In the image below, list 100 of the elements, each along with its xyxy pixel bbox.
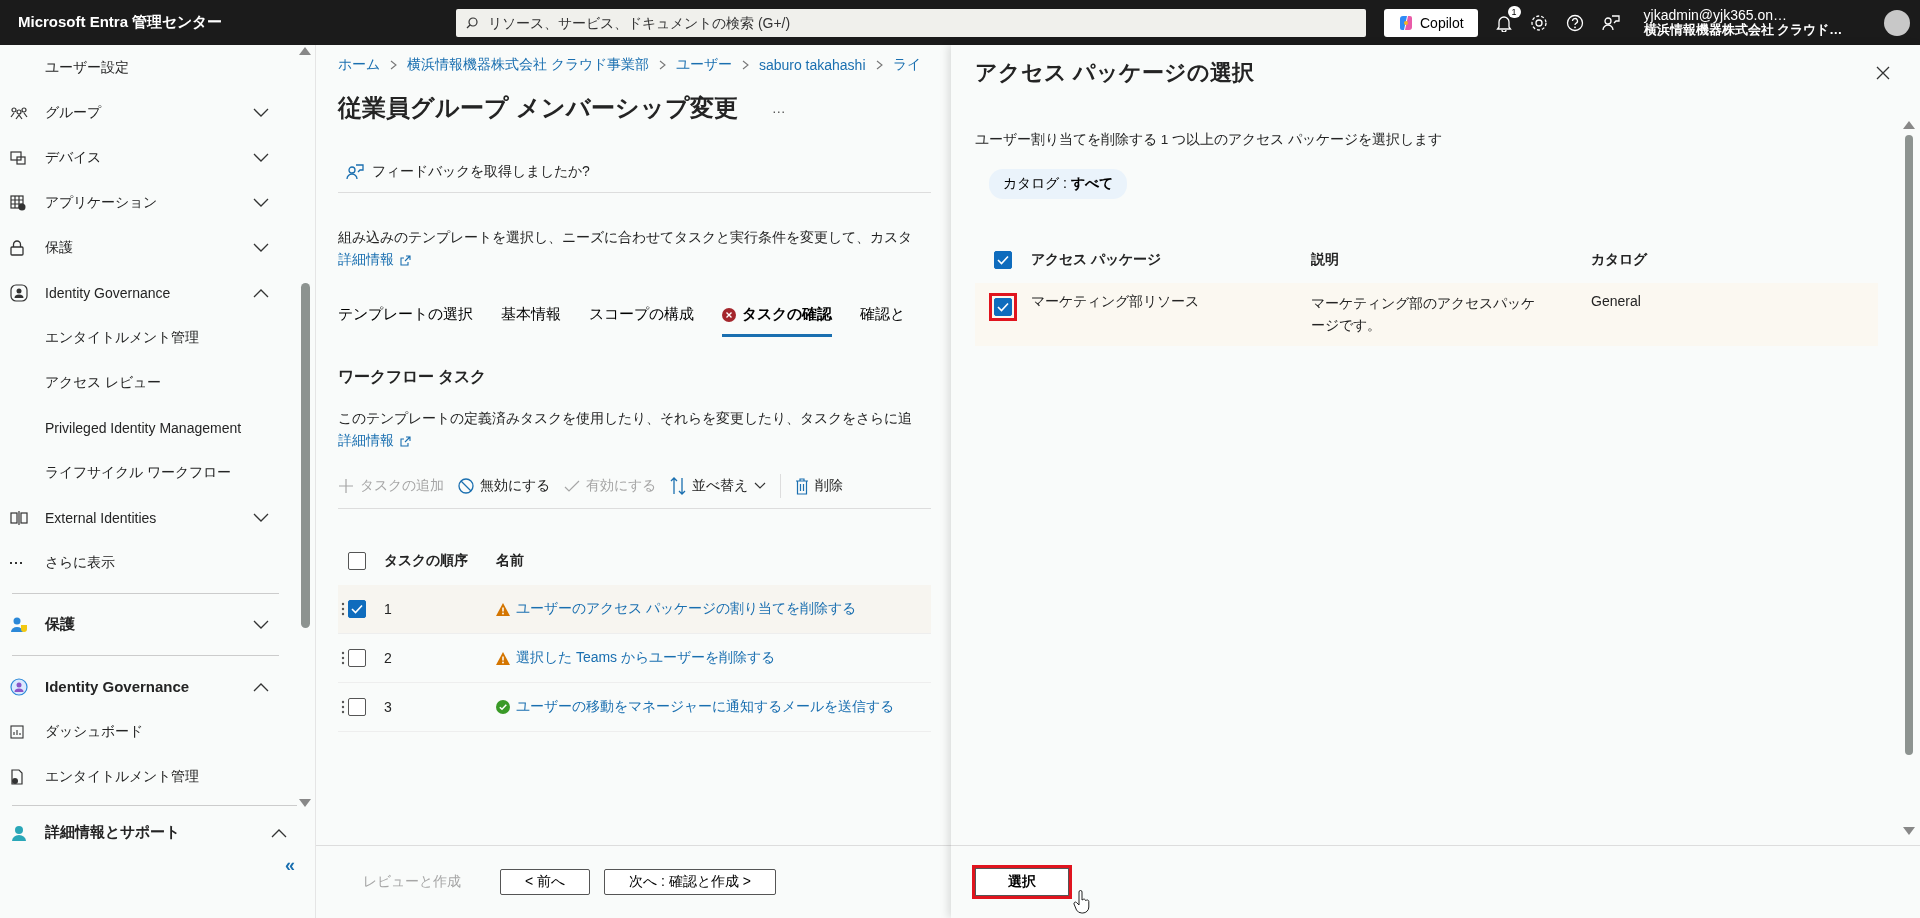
group-icon [10,105,28,120]
scrollbar-thumb[interactable] [300,283,310,628]
copilot-icon [1398,14,1414,31]
chevron-right-icon [875,60,883,70]
footer-button[interactable]: < 前へ [500,869,591,895]
task-link[interactable]: ユーザーの移動をマネージャーに通知するメールを送信する [516,698,894,716]
checkbox[interactable] [348,600,366,618]
task-link[interactable]: 選択した Teams からユーザーを削除する [516,649,775,667]
learn-more-link[interactable]: 詳細情報 [338,432,394,450]
notification-bell-icon[interactable] [1495,13,1512,32]
nav-item[interactable]: 詳細情報とサポート [0,810,315,855]
section-title: ワークフロー タスク [338,367,488,387]
feedback-link[interactable]: フィードバックを取得しましたか? [372,163,590,181]
success-icon [496,700,510,714]
nav-item[interactable]: External Identities [0,495,297,540]
close-icon[interactable] [1876,66,1890,80]
nav-item[interactable]: デバイス [0,135,297,180]
chevron-up-icon[interactable] [253,287,269,298]
scroll-up-icon[interactable] [299,47,311,55]
nav-item[interactable]: Identity Governance [0,664,297,709]
task-link[interactable]: ユーザーのアクセス パッケージの割り当てを削除する [516,600,856,618]
chevron-down-icon[interactable] [253,107,269,118]
column-header[interactable]: 説明 [1311,249,1591,271]
warning-icon [496,651,510,665]
checkbox[interactable] [994,298,1012,316]
prohibited-icon [458,478,474,494]
table-cell-text: マーケティング部のアクセスパッケージです。 [1311,294,1536,335]
chevron-up-icon[interactable] [271,827,287,838]
collapse-sidebar-button[interactable]: « [279,855,301,876]
checkbox[interactable] [348,698,366,716]
nav-item[interactable]: エンタイトルメント管理 [0,754,297,799]
hand-cursor-icon [1073,890,1091,914]
scroll-down-icon[interactable] [1903,827,1915,835]
chevron-up-icon[interactable] [253,681,269,692]
tab[interactable]: タスクの確認 [722,295,832,337]
scroll-up-icon[interactable] [1903,121,1915,129]
nav-item[interactable]: ダッシュボード [0,709,297,754]
chevron-down-icon[interactable] [253,242,269,253]
toolbar-button[interactable]: 無効にする [458,477,550,495]
breadcrumb-link[interactable]: saburo takahashi [758,57,866,73]
nav-item[interactable]: Privileged Identity Management [0,405,297,450]
user-shield-icon [10,615,28,634]
section-description: このテンプレートの定義済みタスクを使用したり、それらを変更したり、タスクをさらに追 [338,410,913,428]
panel-description: ユーザー割り当てを削除する 1 つ以上のアクセス パッケージを選択します [975,131,1443,149]
chevron-down-icon[interactable] [253,512,269,523]
grid-icon [10,194,26,211]
column-header[interactable]: アクセス パッケージ [1031,251,1311,269]
nav-item[interactable]: ユーザー設定 [0,45,297,90]
nav-item[interactable]: Identity Governance [0,270,297,315]
scroll-down-icon[interactable] [299,799,311,807]
sort-icon [670,477,686,495]
chevron-down-icon[interactable] [253,197,269,208]
description-text: 組み込みのテンプレートを選択し、ニーズに合わせてタスクと実行条件を変更して、カスタ [338,229,913,247]
catalog-filter[interactable]: カタログ : すべて [989,169,1127,199]
help-icon[interactable] [1565,13,1584,32]
breadcrumb-link[interactable]: ユーザー [675,56,732,74]
scrollbar-thumb[interactable] [1905,135,1913,755]
app-title[interactable]: Microsoft Entra 管理センター [18,13,438,32]
checkbox[interactable] [994,251,1012,269]
checkmark-icon [997,302,1009,312]
learn-more-link[interactable]: 詳細情報 [338,251,394,269]
search-field[interactable]: リソース、サービス、ドキュメントの検索 (G+/) [456,8,1366,37]
footer-button[interactable]: 次へ : 確認と作成 > [604,869,776,895]
tab[interactable]: 基本情報 [501,295,561,337]
user-email[interactable]: yjkadmin@yjk365.on… [1643,7,1843,24]
tab[interactable]: テンプレートの選択 [338,295,473,337]
checkbox[interactable] [348,552,366,570]
chevron-down-icon[interactable] [253,619,269,630]
breadcrumb-link[interactable]: ライ [892,56,921,74]
table-cell-text: 2 [383,650,393,666]
column-header[interactable]: 名前 [496,552,931,570]
settings-icon[interactable] [1529,13,1548,32]
column-header[interactable]: カタログ [1591,251,1878,269]
copilot-button[interactable]: Copilot [1384,8,1478,37]
table-cell-text: 1 [383,601,393,617]
search-icon [466,16,478,29]
nav-item[interactable]: さらに表示 [0,540,297,585]
select-button[interactable]: 選択 [975,868,1069,896]
feedback-icon[interactable] [1601,13,1620,32]
search-input[interactable]: リソース、サービス、ドキュメントの検索 (G+/) [486,13,1356,32]
chevron-down-icon[interactable] [253,152,269,163]
toolbar-button[interactable]: 削除 [795,477,843,495]
nav-item[interactable]: 保護 [0,225,297,270]
avatar[interactable] [1884,9,1910,36]
more-options-button[interactable]: … [765,98,792,117]
nav-item[interactable]: グループ [0,90,297,135]
toolbar-button[interactable]: 並べ替え [670,477,766,495]
nav-item[interactable]: アプリケーション [0,180,297,225]
breadcrumb-link[interactable]: 横浜情報機器株式会社 クラウド事業部 [407,56,649,74]
table-cell-text: General [1591,293,1642,309]
table-cell-text: 3 [383,699,393,715]
checkbox[interactable] [348,649,366,667]
column-header[interactable]: タスクの順序 [366,552,496,570]
nav-item[interactable]: 保護 [0,602,297,647]
tab[interactable]: 確認と [860,295,905,337]
breadcrumb-link[interactable]: ホーム [338,56,380,74]
tab[interactable]: スコープの構成 [589,295,694,337]
nav-item[interactable]: エンタイトルメント管理 [0,315,297,360]
nav-item[interactable]: ライフサイクル ワークフロー [0,450,297,495]
nav-item[interactable]: アクセス レビュー [0,360,297,405]
